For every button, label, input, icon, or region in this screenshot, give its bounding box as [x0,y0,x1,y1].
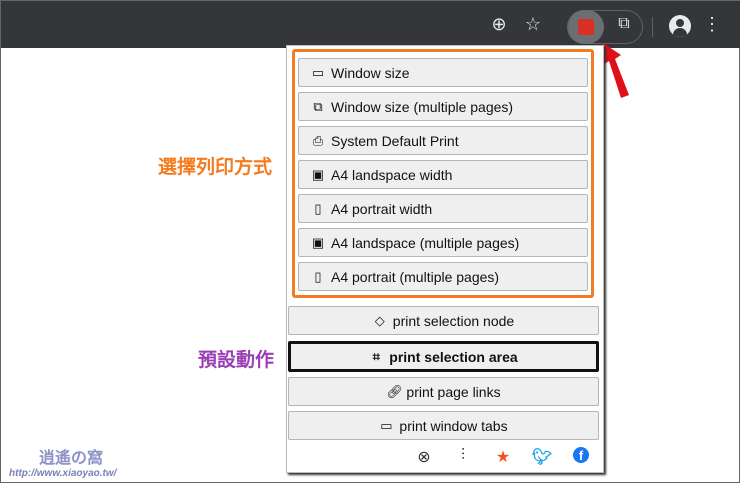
link-icon: 🔗︎ [386,383,403,399]
mode-a4-portrait-multi[interactable]: ▯ A4 portrait (multiple pages) [298,262,588,291]
mode-window-size[interactable]: ▭ Window size [298,58,588,87]
portrait-icon: ▯ [314,200,322,216]
label: Window size [331,64,410,81]
puzzle-icon[interactable]: ⧉ [613,13,635,35]
star-icon[interactable]: ★ [493,447,513,467]
label: print selection node [392,312,515,329]
crop-icon: ⌗ [372,348,380,364]
print-modes-annotation: 選擇列印方式 [158,157,273,178]
watermark-url: http://www.xiaoyao.tw/ [9,468,117,479]
close-circle-icon[interactable]: ⊗ [414,447,434,467]
window-icon: ▭ [311,64,325,80]
action-print-selection-node[interactable]: ◇ print selection node [288,306,599,335]
action-print-selection-area[interactable]: ⌗ print selection area [288,341,599,372]
mode-a4-portrait[interactable]: ▯ A4 portrait width [298,194,588,223]
label: print page links [406,383,501,400]
default-action-annotation: 預設動作 [198,350,275,371]
label: System Default Print [331,132,459,149]
more-vert-icon[interactable]: ⋮ [701,13,723,35]
label: A4 portrait width [331,200,433,217]
portraits-icon: ▯ [314,268,322,284]
window-icon: ▭ [380,417,393,433]
action-print-page-links[interactable]: 🔗︎ print page links [288,377,599,406]
sliders-icon[interactable]: ⫶ [453,447,473,465]
label: A4 portrait (multiple pages) [331,268,500,285]
watermark-logo: 逍遙の窩 [39,450,104,467]
zoom-in-icon[interactable]: ⊕ [488,13,510,35]
eraser-icon: ◇ [374,312,385,328]
image-icon: ▣ [311,166,325,182]
avatar[interactable] [669,15,691,37]
images-icon: ▣ [311,234,325,250]
red-arrow-annotation [603,43,629,98]
printer-icon: ⎙ [312,132,324,148]
watermark: 逍遙の窩 http://www.xiaoyao.tw/ [9,444,116,479]
windows-icon: ⧉ [313,98,323,114]
label: print window tabs [399,417,508,434]
print-extension-icon[interactable] [578,19,594,35]
mode-system-default[interactable]: ⎙ System Default Print [298,126,588,155]
mode-a4-landscape[interactable]: ▣ A4 landspace width [298,160,588,189]
facebook-icon[interactable]: f [571,447,591,465]
twitter-icon[interactable]: 🐦︎ [532,447,552,467]
label: A4 landspace (multiple pages) [331,234,520,251]
mode-a4-landscape-multi[interactable]: ▣ A4 landspace (multiple pages) [298,228,588,257]
toolbar-divider [652,17,653,37]
mode-window-size-multi[interactable]: ⧉ Window size (multiple pages) [298,92,588,121]
action-print-window-tabs[interactable]: ▭ print window tabs [288,411,599,440]
label: A4 landspace width [331,166,453,183]
bookmark-star-icon[interactable]: ☆ [522,13,544,35]
label: Window size (multiple pages) [331,98,514,115]
label: print selection area [389,348,518,365]
